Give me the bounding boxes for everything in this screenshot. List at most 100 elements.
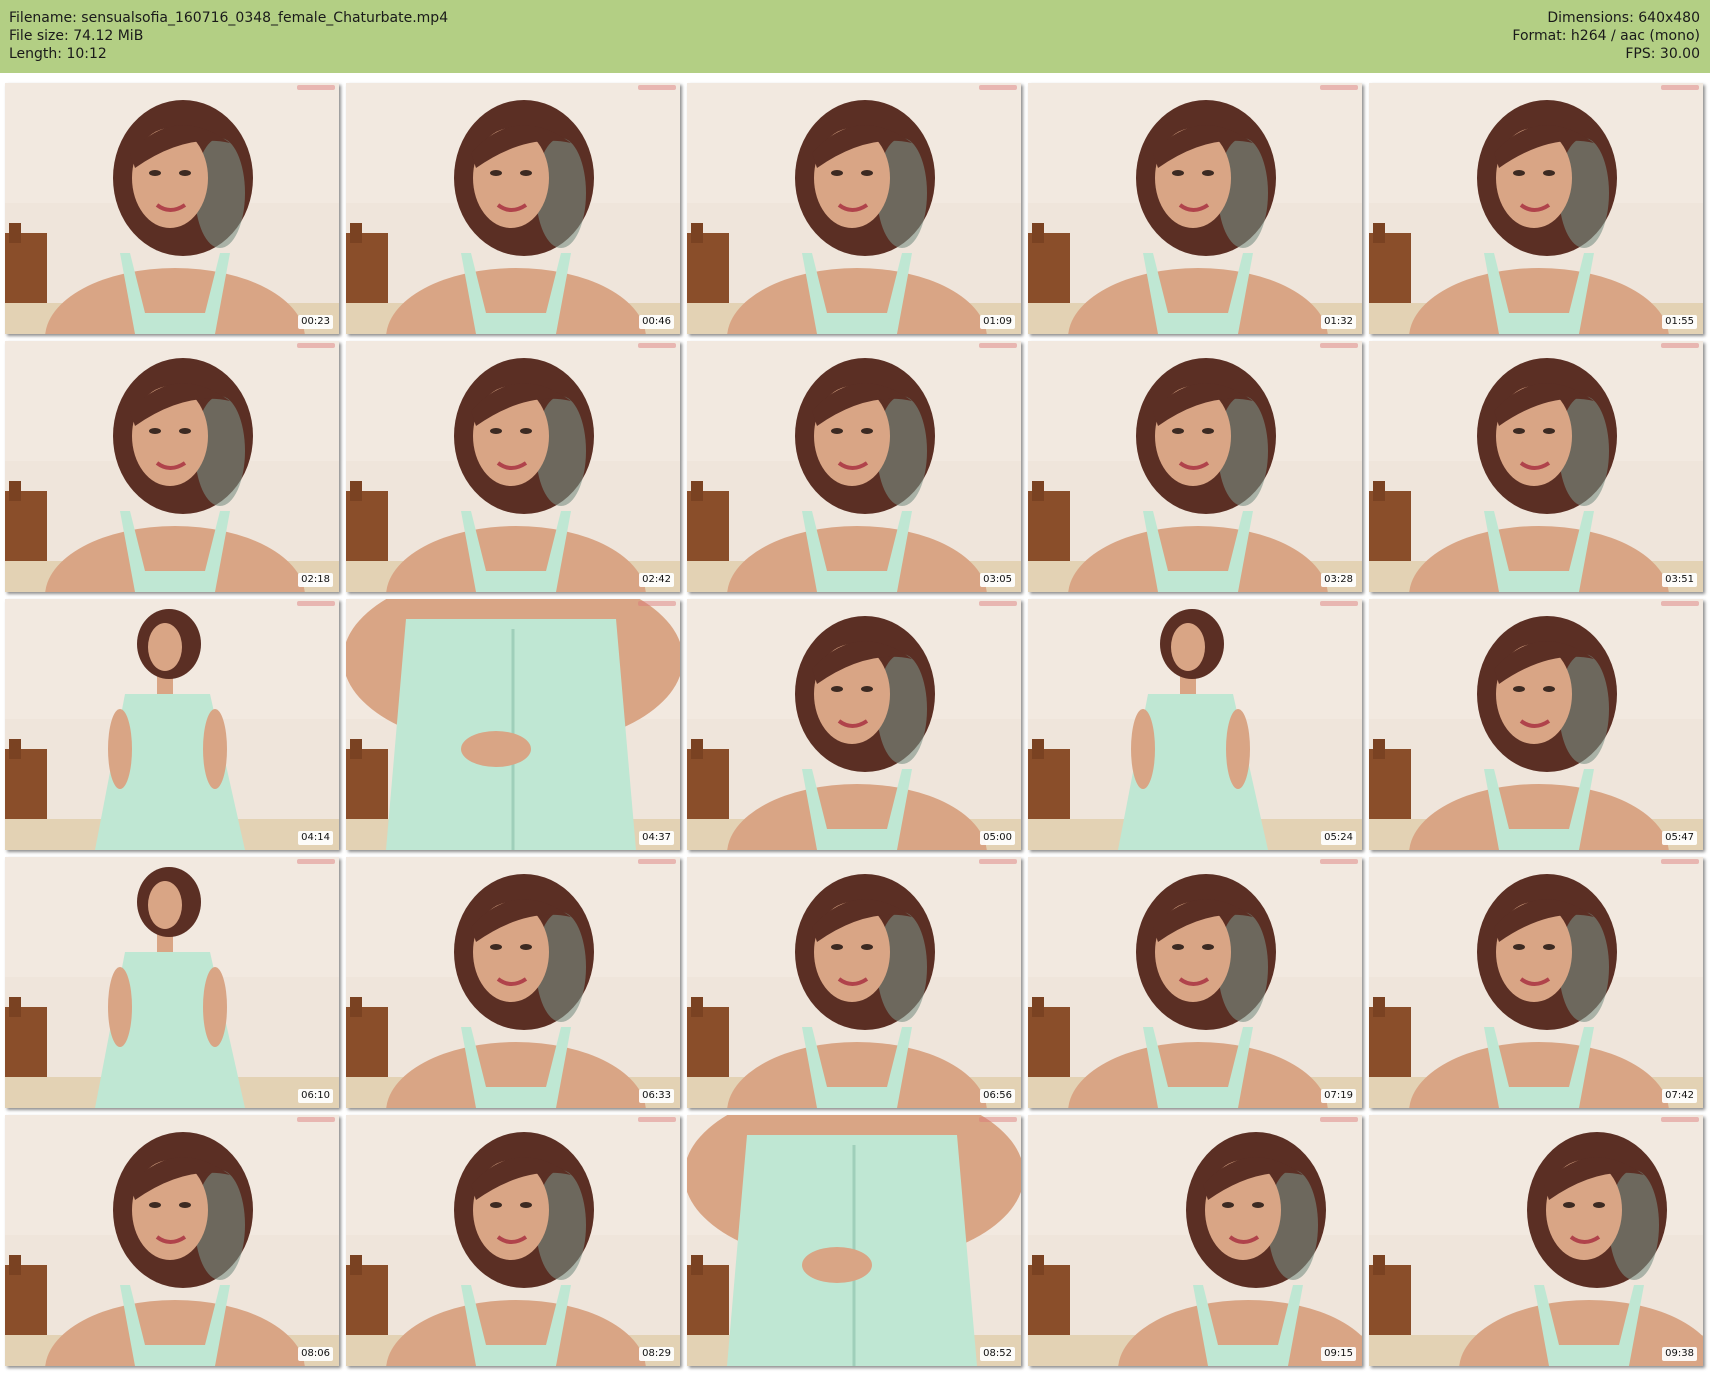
thumbnail-timestamp: 05:00 — [980, 831, 1015, 845]
file-meta-right: Dimensions: 640x480 Format: h264 / aac (… — [1512, 9, 1700, 63]
thumbnail-frame: 01:32 — [1028, 83, 1362, 334]
thumbnail-image — [1369, 599, 1703, 850]
watermark — [638, 343, 676, 348]
watermark — [979, 859, 1017, 864]
file-meta-left: Filename: sensualsofia_160716_0348_femal… — [9, 9, 448, 63]
thumbnail-image — [1369, 83, 1703, 334]
thumbnail-frame: 08:52 — [687, 1115, 1021, 1366]
thumbnail-image — [1028, 83, 1362, 334]
thumbnail-image — [346, 857, 680, 1108]
thumbnail-image — [687, 1115, 1021, 1366]
thumbnail-timestamp: 06:10 — [298, 1089, 333, 1103]
thumbnail-image — [5, 1115, 339, 1366]
thumbnail-frame: 06:33 — [346, 857, 680, 1108]
thumbnail-image — [1369, 857, 1703, 1108]
watermark — [1661, 601, 1699, 606]
thumbnail-timestamp: 08:29 — [639, 1347, 674, 1361]
watermark — [297, 601, 335, 606]
watermark — [979, 343, 1017, 348]
thumbnail-timestamp: 08:52 — [980, 1347, 1015, 1361]
thumbnail-frame: 01:55 — [1369, 83, 1703, 334]
watermark — [638, 1117, 676, 1122]
thumbnail-grid: 00:23 00:46 01:09 01:32 01:55 02:18 02:42 03:05… — [5, 83, 1705, 1366]
thumbnail-timestamp: 00:46 — [639, 315, 674, 329]
watermark — [297, 85, 335, 90]
thumbnail-image — [5, 857, 339, 1108]
thumbnail-image — [346, 1115, 680, 1366]
thumbnail-timestamp: 01:09 — [980, 315, 1015, 329]
thumbnail-frame: 08:29 — [346, 1115, 680, 1366]
fps-text: FPS: 30.00 — [1625, 46, 1700, 62]
thumbnail-frame: 07:42 — [1369, 857, 1703, 1108]
video-info-header: Filename: sensualsofia_160716_0348_femal… — [0, 0, 1710, 73]
thumbnail-timestamp: 03:28 — [1321, 573, 1356, 587]
watermark — [1320, 1117, 1358, 1122]
watermark — [1320, 859, 1358, 864]
thumbnail-timestamp: 03:51 — [1662, 573, 1697, 587]
thumbnail-frame: 05:24 — [1028, 599, 1362, 850]
watermark — [1320, 85, 1358, 90]
thumbnail-frame: 00:46 — [346, 83, 680, 334]
thumbnail-timestamp: 06:33 — [639, 1089, 674, 1103]
thumbnail-image — [1369, 1115, 1703, 1366]
thumbnail-image — [687, 341, 1021, 592]
thumbnail-image — [1028, 599, 1362, 850]
thumbnail-timestamp: 04:37 — [639, 831, 674, 845]
thumbnail-timestamp: 00:23 — [298, 315, 333, 329]
watermark — [1661, 343, 1699, 348]
length-text: Length: 10:12 — [9, 46, 107, 62]
thumbnail-image — [1028, 341, 1362, 592]
watermark — [979, 85, 1017, 90]
watermark — [297, 343, 335, 348]
filesize-text: File size: 74.12 MiB — [9, 28, 144, 44]
thumbnail-timestamp: 01:55 — [1662, 315, 1697, 329]
thumbnail-timestamp: 05:24 — [1321, 831, 1356, 845]
thumbnail-image — [5, 341, 339, 592]
thumbnail-frame: 06:10 — [5, 857, 339, 1108]
thumbnail-frame: 03:28 — [1028, 341, 1362, 592]
thumbnail-frame: 08:06 — [5, 1115, 339, 1366]
thumbnail-timestamp: 07:42 — [1662, 1089, 1697, 1103]
watermark — [979, 1117, 1017, 1122]
thumbnail-frame: 03:05 — [687, 341, 1021, 592]
thumbnail-frame: 05:47 — [1369, 599, 1703, 850]
watermark — [638, 85, 676, 90]
watermark — [1661, 859, 1699, 864]
thumbnail-image — [346, 83, 680, 334]
thumbnail-frame: 00:23 — [5, 83, 339, 334]
thumbnail-timestamp: 02:18 — [298, 573, 333, 587]
watermark — [1661, 1117, 1699, 1122]
thumbnail-timestamp: 08:06 — [298, 1347, 333, 1361]
watermark — [297, 1117, 335, 1122]
thumbnail-image — [687, 83, 1021, 334]
filename-text: Filename: sensualsofia_160716_0348_femal… — [9, 10, 449, 26]
thumbnail-frame: 09:15 — [1028, 1115, 1362, 1366]
thumbnail-frame: 04:37 — [346, 599, 680, 850]
thumbnail-frame: 01:09 — [687, 83, 1021, 334]
thumbnail-image — [1028, 857, 1362, 1108]
thumbnail-image — [687, 599, 1021, 850]
thumbnail-frame: 04:14 — [5, 599, 339, 850]
thumbnail-timestamp: 07:19 — [1321, 1089, 1356, 1103]
format-text: Format: h264 / aac (mono) — [1512, 28, 1700, 44]
thumbnail-timestamp: 05:47 — [1662, 831, 1697, 845]
thumbnail-image — [5, 599, 339, 850]
thumbnail-frame: 02:18 — [5, 341, 339, 592]
watermark — [1661, 85, 1699, 90]
thumbnail-timestamp: 02:42 — [639, 573, 674, 587]
watermark — [638, 859, 676, 864]
thumbnail-image — [1369, 341, 1703, 592]
thumbnail-image — [346, 341, 680, 592]
thumbnail-timestamp: 06:56 — [980, 1089, 1015, 1103]
dimensions-text: Dimensions: 640x480 — [1547, 10, 1700, 26]
thumbnail-frame: 05:00 — [687, 599, 1021, 850]
watermark — [638, 601, 676, 606]
thumbnail-image — [5, 83, 339, 334]
thumbnail-timestamp: 01:32 — [1321, 315, 1356, 329]
thumbnail-frame: 09:38 — [1369, 1115, 1703, 1366]
watermark — [979, 601, 1017, 606]
thumbnail-frame: 07:19 — [1028, 857, 1362, 1108]
watermark — [1320, 601, 1358, 606]
thumbnail-frame: 02:42 — [346, 341, 680, 592]
thumbnail-timestamp: 03:05 — [980, 573, 1015, 587]
